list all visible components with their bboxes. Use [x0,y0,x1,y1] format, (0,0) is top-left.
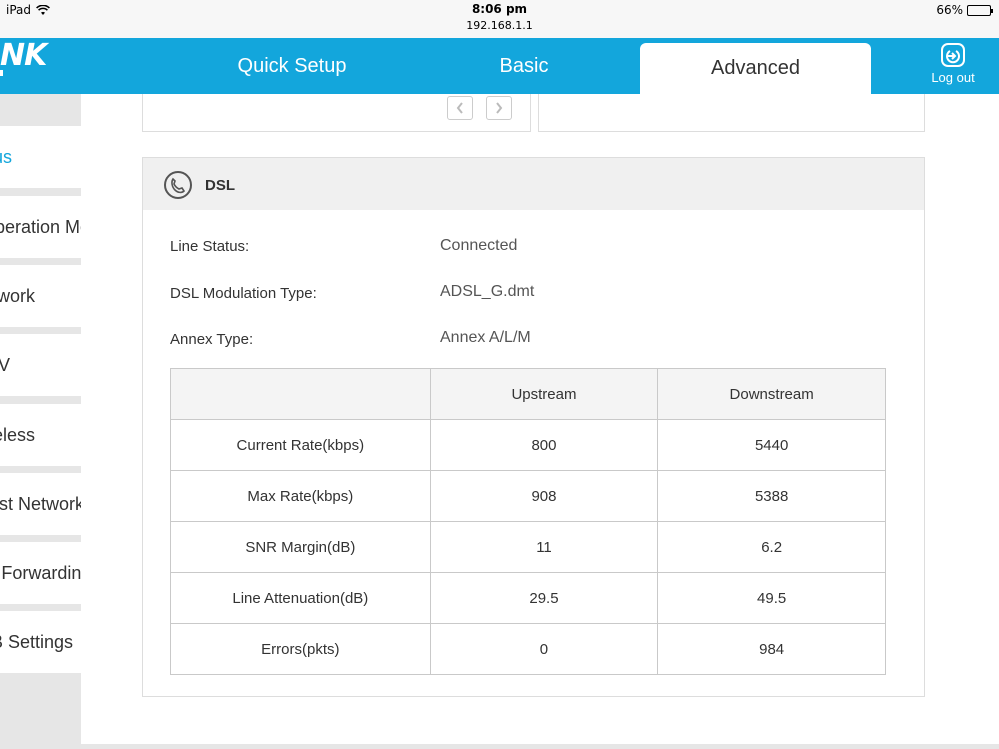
table-row: Line Attenuation(dB) 29.5 49.5 [170,572,886,624]
dsl-stats-table: Upstream Downstream Current Rate(kbps) 8… [170,368,886,675]
logout-button[interactable]: Log out [924,38,982,94]
sidebar-item-usb-settings[interactable]: USB Settings [0,611,81,673]
bottom-divider [81,744,999,749]
brand-logo: NK [0,38,47,73]
table-row-label: Line Attenuation(dB) [170,572,431,624]
sidebar-item-network[interactable]: Network [0,265,81,327]
table-cell-downstream: 5388 [657,470,886,522]
logo-mark [0,70,3,76]
sidebar-item-operation-mode[interactable]: Operation Mode [0,196,81,258]
chevron-left-icon [456,102,463,114]
table-cell-upstream: 0 [429,623,659,675]
battery-icon [967,4,993,16]
table-cell-downstream: 49.5 [657,572,886,624]
table-cell-downstream: 6.2 [657,521,886,573]
previous-panel-right [538,94,925,132]
tab-quick-setup[interactable]: Quick Setup [192,38,392,94]
annex-type-label: Annex Type: [170,331,254,348]
ios-status-bar: iPad 8:06 pm 192.168.1.1 66% [0,0,999,38]
modulation-type-label: DSL Modulation Type: [170,285,317,302]
top-nav-bar: NK Quick Setup Basic Advanced Log out [0,38,999,94]
modulation-type-value: ADSL_G.dmt [440,283,535,300]
dsl-panel-header: DSL [143,158,924,210]
table-cell-upstream: 908 [429,470,659,522]
dsl-panel-title: DSL [205,177,235,194]
sidebar-item-wireless[interactable]: Wireless [0,404,81,466]
phone-icon [164,171,192,199]
tab-advanced[interactable]: Advanced [640,43,871,94]
chevron-right-icon [496,102,503,114]
table-row-label: SNR Margin(dB) [170,521,431,573]
tab-basic[interactable]: Basic [424,38,624,94]
table-row-label: Current Rate(kbps) [170,419,431,471]
table-cell-upstream: 11 [429,521,659,573]
clock: 8:06 pm [471,2,528,16]
next-page-button[interactable] [486,96,512,120]
table-header-cell [170,368,431,420]
table-row: SNR Margin(dB) 11 6.2 [170,521,886,573]
line-status-label: Line Status: [170,238,250,255]
prev-page-button[interactable] [447,96,473,120]
address-bar-url[interactable]: 192.168.1.1 [0,19,999,32]
table-cell-downstream: 984 [657,623,886,675]
table-header-downstream: Downstream [657,368,886,420]
table-cell-downstream: 5440 [657,419,886,471]
table-row-label: Errors(pkts) [170,623,431,675]
sidebar-item-nat-forwarding[interactable]: NAT Forwarding [0,542,81,604]
sidebar: Status Operation Mode Network IPTV Wirel… [0,94,81,749]
table-header-upstream: Upstream [429,368,659,420]
line-status-value: Connected [440,237,518,254]
table-row: Current Rate(kbps) 800 5440 [170,419,886,471]
status-right: 66% [936,3,993,17]
table-cell-upstream: 800 [429,419,659,471]
table-row: Max Rate(kbps) 908 5388 [170,470,886,522]
table-row: Errors(pkts) 0 984 [170,623,886,675]
battery-percent: 66% [936,3,963,17]
sidebar-item-status[interactable]: Status [0,126,81,188]
table-row-label: Max Rate(kbps) [170,470,431,522]
table-cell-upstream: 29.5 [429,572,659,624]
sidebar-item-guest-network[interactable]: Guest Network [0,473,81,535]
sidebar-item-iptv[interactable]: IPTV [0,334,81,396]
logout-icon [941,43,965,67]
annex-type-value: Annex A/L/M [440,329,531,346]
table-header-row: Upstream Downstream [170,368,886,420]
logout-label: Log out [931,70,975,85]
